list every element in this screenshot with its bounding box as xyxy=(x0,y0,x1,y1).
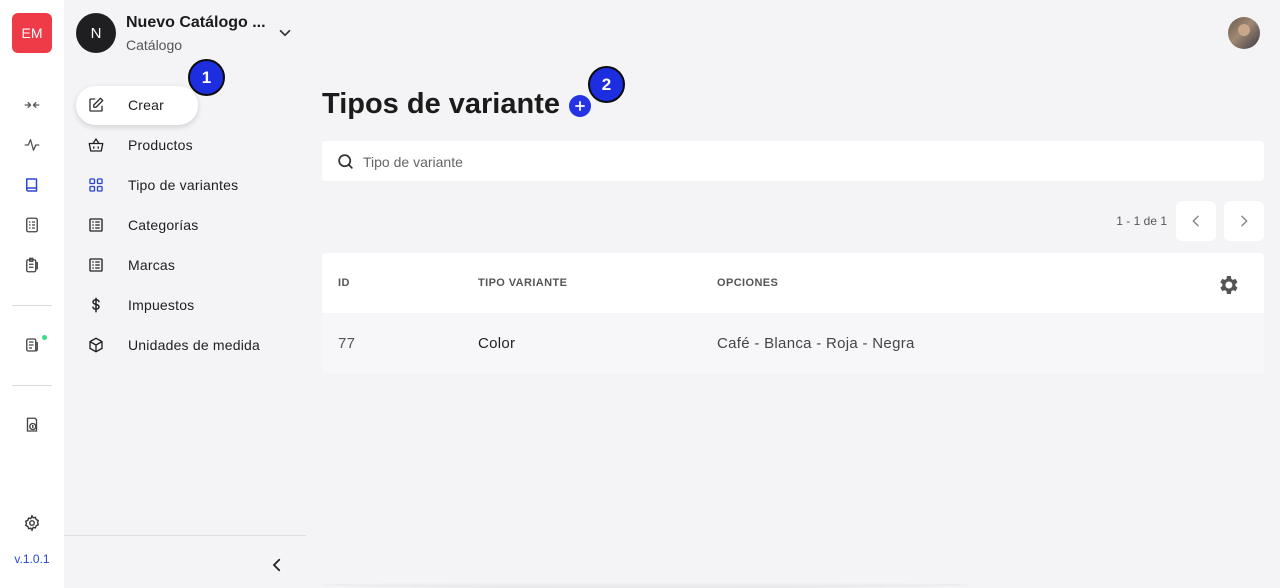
app-version: v.1.0.1 xyxy=(14,552,50,566)
book-icon[interactable] xyxy=(20,173,44,197)
activity-icon[interactable] xyxy=(20,133,44,157)
rail-divider xyxy=(12,305,52,306)
column-header-tipo-variante[interactable]: TIPO VARIANTE xyxy=(478,277,567,289)
nav-item-categorias[interactable]: Categorías xyxy=(76,209,296,241)
next-page-button[interactable] xyxy=(1224,201,1264,241)
chevron-right-icon xyxy=(1241,215,1248,227)
search-input[interactable] xyxy=(363,151,1243,173)
box-icon xyxy=(86,335,106,355)
grid-icon xyxy=(86,175,106,195)
step-marker-1: 1 xyxy=(188,59,225,96)
nav-item-impuestos[interactable]: Impuestos xyxy=(76,289,296,321)
create-button-content[interactable]: Crear xyxy=(76,89,296,121)
transfer-icon[interactable] xyxy=(20,93,44,117)
column-header-id[interactable]: ID xyxy=(338,277,350,289)
workspace-logo[interactable]: EM xyxy=(12,13,52,53)
nav-item-marcas[interactable]: Marcas xyxy=(76,249,296,281)
chevron-down-icon[interactable] xyxy=(276,24,294,42)
news-icon[interactable] xyxy=(20,333,44,357)
chevron-left-icon xyxy=(1192,215,1199,227)
cell-id: 77 xyxy=(338,335,356,352)
search-icon xyxy=(338,154,353,169)
nav-label: Productos xyxy=(128,137,193,153)
column-header-opciones[interactable]: OPCIONES xyxy=(717,277,778,289)
edit-icon xyxy=(86,95,106,115)
nav-label: Marcas xyxy=(128,257,176,273)
nav-item-productos[interactable]: Productos xyxy=(76,129,296,161)
catalog-type: Catálogo xyxy=(126,37,183,53)
pagination-info: 1 - 1 de 1 xyxy=(1116,214,1167,228)
footer-shadow xyxy=(320,582,970,588)
nav-label: Tipo de variantes xyxy=(128,177,239,193)
cell-tipo-variante: Color xyxy=(478,335,516,352)
catalog-name[interactable]: Nuevo Catálogo ... xyxy=(126,14,266,32)
list-icon xyxy=(86,255,106,275)
rail-divider xyxy=(12,385,52,386)
dollar-icon xyxy=(86,295,106,315)
step-marker-2: 2 xyxy=(588,66,625,103)
add-variant-type-button[interactable] xyxy=(569,95,591,117)
checklist-icon[interactable] xyxy=(20,213,44,237)
status-dot xyxy=(42,335,47,340)
variant-types-table: ID TIPO VARIANTE OPCIONES 77 Color Café … xyxy=(322,253,1264,373)
catalog-avatar: N xyxy=(76,13,116,53)
nav-label: Unidades de medida xyxy=(128,337,261,353)
list-icon xyxy=(86,215,106,235)
app-rail: EM v.1.0.1 xyxy=(0,0,64,588)
search-box xyxy=(322,141,1264,181)
page-title: Tipos de variante xyxy=(322,88,560,120)
cell-opciones: Café - Blanca - Roja - Negra xyxy=(717,335,915,352)
table-settings-gear-icon[interactable] xyxy=(1216,273,1240,297)
sidenav-divider xyxy=(64,535,306,536)
table-row[interactable]: 77 Color Café - Blanca - Roja - Negra xyxy=(322,313,1264,373)
basket-icon xyxy=(86,135,106,155)
nav-item-tipo-de-variantes[interactable]: Tipo de variantes xyxy=(76,169,296,201)
nav-label: Impuestos xyxy=(128,297,195,313)
nav-item-unidades-de-medida[interactable]: Unidades de medida xyxy=(76,329,296,361)
nav-label: Categorías xyxy=(128,217,199,233)
user-avatar[interactable] xyxy=(1228,17,1260,49)
plus-icon xyxy=(575,101,585,111)
money-shield-icon[interactable] xyxy=(20,413,44,437)
table-header: ID TIPO VARIANTE OPCIONES xyxy=(322,253,1264,313)
collapse-chevron-icon[interactable] xyxy=(268,556,286,574)
create-label: Crear xyxy=(128,97,165,113)
gear-icon[interactable] xyxy=(20,511,44,535)
prev-page-button[interactable] xyxy=(1176,201,1216,241)
catalog-sidenav: N Nuevo Catálogo ... Catálogo Crear Prod… xyxy=(64,0,306,588)
clipboard-icon[interactable] xyxy=(20,253,44,277)
